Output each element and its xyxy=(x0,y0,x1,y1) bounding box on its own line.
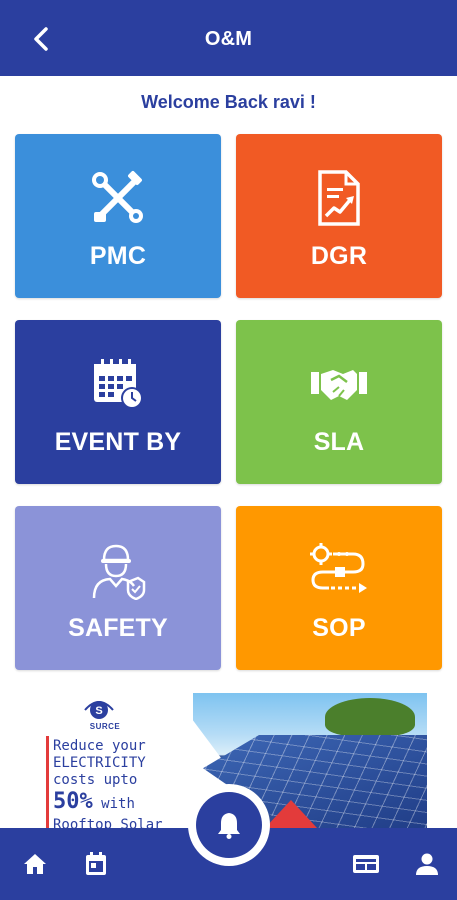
tools-icon xyxy=(15,170,221,228)
tile-pmc[interactable]: PMC xyxy=(15,134,221,298)
banner-logo-text: SURCE xyxy=(89,722,121,731)
report-chart-icon xyxy=(236,170,442,228)
tile-sla[interactable]: SLA xyxy=(236,320,442,484)
nav-card[interactable] xyxy=(352,850,380,878)
tile-label: PMC xyxy=(89,242,147,270)
calendar-clock-icon xyxy=(15,356,221,414)
page-title: O&M xyxy=(204,28,253,50)
banner-with: with xyxy=(92,796,135,812)
banner-text: Reduce your ELECTRICITY costs upto 50% w… xyxy=(53,738,203,830)
banner-percent: 50% xyxy=(53,789,93,814)
person-icon xyxy=(416,853,438,875)
tile-label: DGR xyxy=(310,242,368,270)
tile-sop[interactable]: SOP xyxy=(236,506,442,670)
banner-line-2: ELECTRICITY xyxy=(53,755,146,771)
nav-profile[interactable] xyxy=(413,850,441,878)
worker-shield-icon xyxy=(15,542,221,600)
tile-label: SLA xyxy=(313,428,365,456)
tile-event-by[interactable]: EVENT BY xyxy=(15,320,221,484)
app-header: O&M xyxy=(0,0,457,76)
bell-icon xyxy=(218,813,240,839)
home-icon xyxy=(24,854,46,874)
handshake-icon xyxy=(236,356,442,414)
calendar-icon xyxy=(86,852,106,875)
nav-home[interactable] xyxy=(21,850,49,878)
welcome-message: Welcome Back ravi ! xyxy=(141,92,316,112)
banner-line-4: 50% with xyxy=(53,789,203,817)
banner-tree xyxy=(325,698,415,736)
banner-red-bar xyxy=(46,736,49,830)
tile-label: EVENT BY xyxy=(54,428,182,456)
svg-text:S: S xyxy=(95,705,102,717)
notifications-button[interactable] xyxy=(196,792,262,858)
tile-dgr[interactable]: DGR xyxy=(236,134,442,298)
id-card-icon xyxy=(353,855,379,873)
nav-calendar[interactable] xyxy=(82,850,110,878)
banner-accent xyxy=(265,800,317,828)
process-flow-icon xyxy=(236,542,442,600)
banner-line-1: Reduce your xyxy=(53,738,146,754)
tile-label: SOP xyxy=(312,614,366,642)
banner-line-3: costs upto xyxy=(53,772,138,788)
tile-safety[interactable]: SAFETY xyxy=(15,506,221,670)
tile-label: SAFETY xyxy=(68,614,168,642)
